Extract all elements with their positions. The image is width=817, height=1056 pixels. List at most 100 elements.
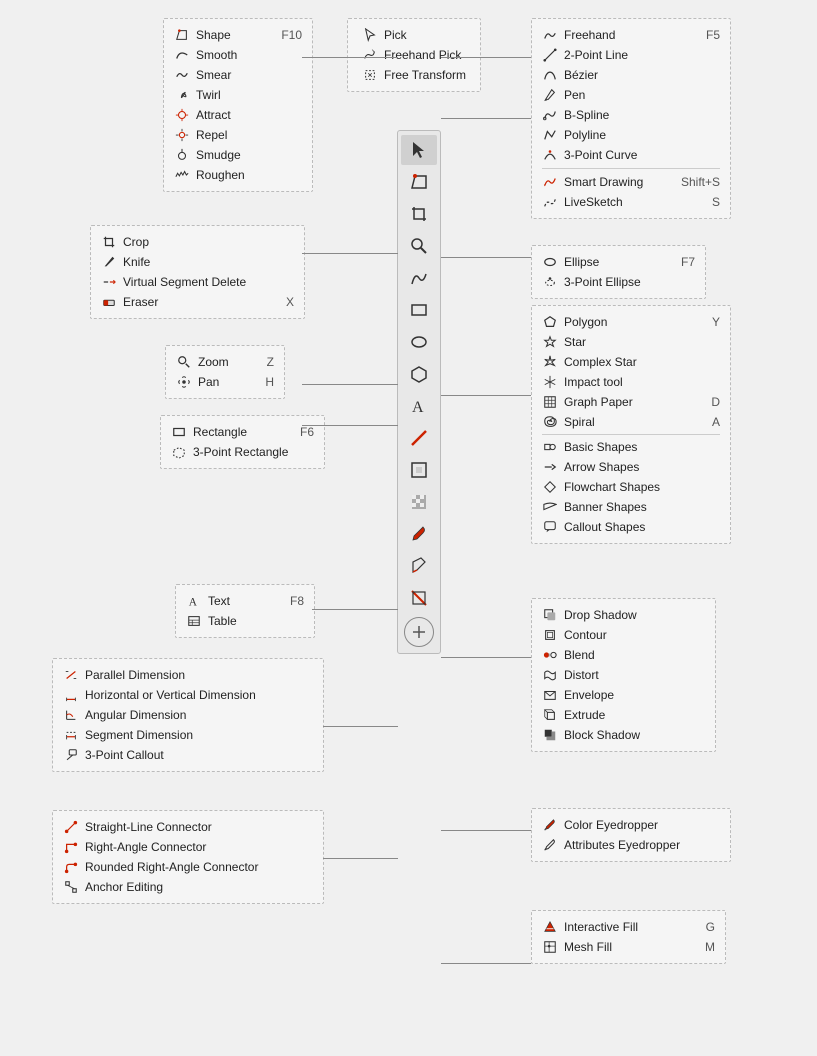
- arrow-shapes-item[interactable]: Arrow Shapes: [542, 457, 720, 477]
- virtual-segment-item[interactable]: Virtual Segment Delete: [101, 272, 294, 292]
- attract-icon: [174, 107, 190, 123]
- toolbar-fill-paint[interactable]: [401, 551, 437, 581]
- freehand-item[interactable]: Freehand F5: [542, 25, 720, 45]
- toolbar-select[interactable]: [401, 135, 437, 165]
- ellipse-flyout: Ellipse F7 3-Point Ellipse: [531, 245, 706, 299]
- parallel-dim-item[interactable]: Parallel Dimension: [63, 665, 313, 685]
- segment-dim-item[interactable]: Segment Dimension: [63, 725, 313, 745]
- toolbar-transparency[interactable]: [401, 487, 437, 517]
- text-item[interactable]: A Text F8: [186, 591, 304, 611]
- toolbar-text[interactable]: A: [401, 391, 437, 421]
- basic-shapes-item[interactable]: Basic Shapes: [542, 437, 720, 457]
- connector-flyout: Straight-Line Connector Right-Angle Conn…: [52, 810, 324, 904]
- zoom-flyout: Zoom Z Pan H: [165, 345, 285, 399]
- toolbar-polygon[interactable]: [401, 359, 437, 389]
- repel-item[interactable]: Repel: [174, 125, 302, 145]
- shape-item[interactable]: Shape F10: [174, 25, 302, 45]
- mesh-fill-item[interactable]: Mesh Fill M: [542, 937, 715, 957]
- 2point-line-item[interactable]: 2-Point Line: [542, 45, 720, 65]
- right-angle-connector-item[interactable]: Right-Angle Connector: [63, 837, 313, 857]
- drop-shadow-icon: [542, 607, 558, 623]
- toolbar-rectangle[interactable]: [401, 295, 437, 325]
- distort-item[interactable]: Distort: [542, 665, 705, 685]
- pan-item[interactable]: Pan H: [176, 372, 274, 392]
- 3point-ellipse-item[interactable]: 3-Point Ellipse: [542, 272, 695, 292]
- zoom-item[interactable]: Zoom Z: [176, 352, 274, 372]
- eraser-icon: [101, 294, 117, 310]
- impact-item[interactable]: Impact tool: [542, 372, 720, 392]
- polygon-item[interactable]: Polygon Y: [542, 312, 720, 332]
- toolbar-add[interactable]: [404, 617, 434, 647]
- table-icon: [186, 613, 202, 629]
- shape-flyout: Shape F10 Smooth Smear Twirl Attract Rep…: [163, 18, 313, 192]
- toolbar-shape[interactable]: [401, 167, 437, 197]
- knife-icon: [101, 254, 117, 270]
- banner-shapes-item[interactable]: Banner Shapes: [542, 497, 720, 517]
- smudge-item[interactable]: Smudge: [174, 145, 302, 165]
- 3point-rect-item[interactable]: 3-Point Rectangle: [171, 442, 314, 462]
- star-item[interactable]: Star: [542, 332, 720, 352]
- livesketch-item[interactable]: LiveSketch S: [542, 192, 720, 212]
- contour-item[interactable]: Contour: [542, 625, 705, 645]
- rectangle-item[interactable]: Rectangle F6: [171, 422, 314, 442]
- graph-paper-item[interactable]: Graph Paper D: [542, 392, 720, 412]
- toolbar-freehand-curve[interactable]: [401, 263, 437, 293]
- interactive-fill-item[interactable]: Interactive Fill G: [542, 917, 715, 937]
- rounded-connector-item[interactable]: Rounded Right-Angle Connector: [63, 857, 313, 877]
- free-transform-item[interactable]: Free Transform: [362, 65, 466, 85]
- toolbar-clear-fill[interactable]: [401, 583, 437, 613]
- freehand-pick-icon: [362, 47, 378, 63]
- block-shadow-item[interactable]: Block Shadow: [542, 725, 705, 745]
- pick-item[interactable]: Pick: [362, 25, 466, 45]
- toolbar-crop[interactable]: [401, 199, 437, 229]
- drop-shadow-item[interactable]: Drop Shadow: [542, 605, 705, 625]
- pen-item[interactable]: Pen: [542, 85, 720, 105]
- 3point-callout-item[interactable]: 3-Point Callout: [63, 745, 313, 765]
- flowchart-shapes-item[interactable]: Flowchart Shapes: [542, 477, 720, 497]
- toolbar-eyedropper[interactable]: [401, 519, 437, 549]
- rectangle-icon: [171, 424, 187, 440]
- bezier-item[interactable]: Bézier: [542, 65, 720, 85]
- anchor-editing-item[interactable]: Anchor Editing: [63, 877, 313, 897]
- envelope-item[interactable]: Envelope: [542, 685, 705, 705]
- curve-connector-line: [441, 118, 531, 119]
- callout-shapes-item[interactable]: Callout Shapes: [542, 517, 720, 537]
- blend-item[interactable]: Blend: [542, 645, 705, 665]
- smear-item[interactable]: Smear: [174, 65, 302, 85]
- segment-dim-icon: [63, 727, 79, 743]
- attributes-eyedropper-item[interactable]: Attributes Eyedropper: [542, 835, 720, 855]
- bspline-item[interactable]: B-Spline: [542, 105, 720, 125]
- horiz-vert-dim-item[interactable]: Horizontal or Vertical Dimension: [63, 685, 313, 705]
- knife-item[interactable]: Knife: [101, 252, 294, 272]
- shape-icon: [174, 27, 190, 43]
- crop-item[interactable]: Crop: [101, 232, 294, 252]
- polyline-item[interactable]: Polyline: [542, 125, 720, 145]
- virtual-segment-icon: [101, 274, 117, 290]
- effects-connector-line: [441, 657, 531, 658]
- parallel-dim-icon: [63, 667, 79, 683]
- eraser-item[interactable]: Eraser X: [101, 292, 294, 312]
- twirl-item[interactable]: Twirl: [174, 85, 302, 105]
- toolbar-interactive[interactable]: [401, 455, 437, 485]
- livesketch-icon: [542, 194, 558, 210]
- toolbar-zoom[interactable]: [401, 231, 437, 261]
- attract-item[interactable]: Attract: [174, 105, 302, 125]
- pan-icon: [176, 374, 192, 390]
- angular-dim-item[interactable]: Angular Dimension: [63, 705, 313, 725]
- spiral-item[interactable]: Spiral A: [542, 412, 720, 432]
- table-item[interactable]: Table: [186, 611, 304, 631]
- color-eyedropper-item[interactable]: Color Eyedropper: [542, 815, 720, 835]
- 3point-curve-item[interactable]: 3-Point Curve: [542, 145, 720, 165]
- roughen-item[interactable]: Roughen: [174, 165, 302, 185]
- smudge-icon: [174, 147, 190, 163]
- extrude-item[interactable]: Extrude: [542, 705, 705, 725]
- straight-connector-item[interactable]: Straight-Line Connector: [63, 817, 313, 837]
- toolbar-ellipse[interactable]: [401, 327, 437, 357]
- ellipse-item[interactable]: Ellipse F7: [542, 252, 695, 272]
- smart-drawing-item[interactable]: Smart Drawing Shift+S: [542, 172, 720, 192]
- complex-star-item[interactable]: Complex Star: [542, 352, 720, 372]
- freehand-pick-item[interactable]: Freehand Pick: [362, 45, 466, 65]
- smooth-item[interactable]: Smooth: [174, 45, 302, 65]
- toolbar-line[interactable]: [401, 423, 437, 453]
- interactive-fill-icon: [542, 919, 558, 935]
